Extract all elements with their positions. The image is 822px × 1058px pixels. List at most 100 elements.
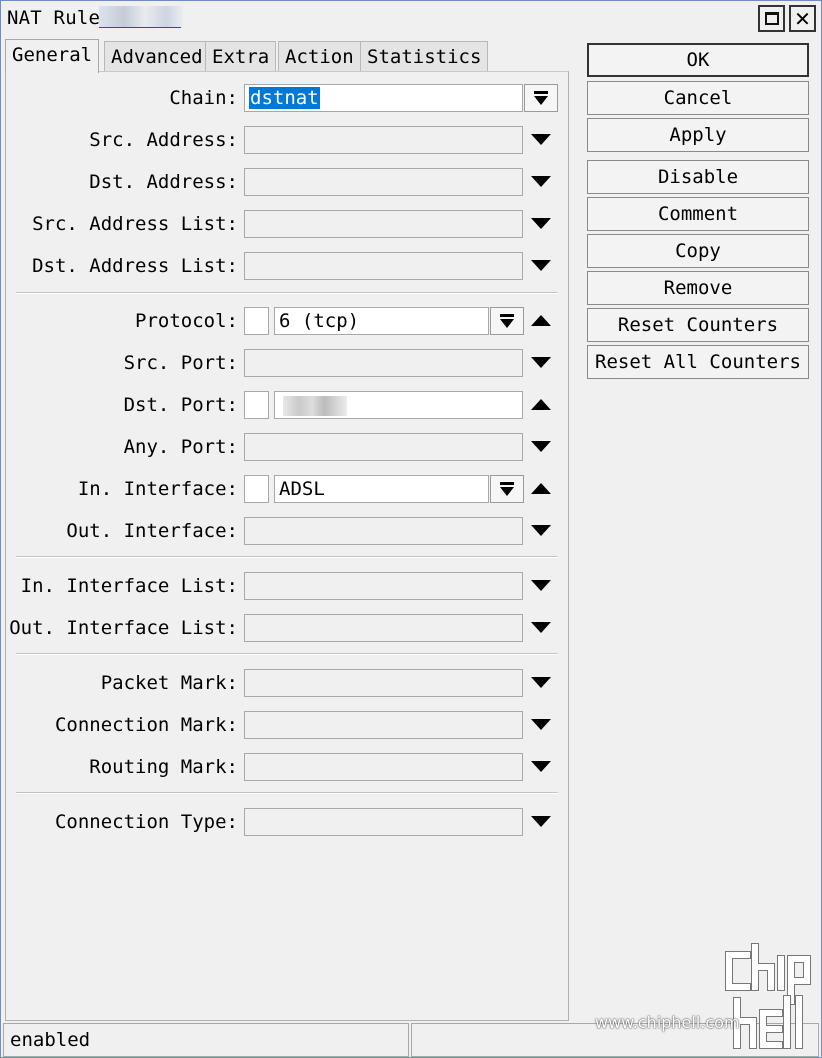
section-divider [16, 292, 558, 294]
protocol-row: Protocol: 6 (tcp) [6, 307, 568, 337]
protocol-label: Protocol: [135, 310, 238, 332]
tab-advanced[interactable]: Advanced [104, 41, 210, 72]
src-address-list-field[interactable] [244, 210, 523, 238]
expand-down-icon[interactable] [531, 260, 551, 271]
any-port-field[interactable] [244, 433, 523, 461]
expand-down-icon[interactable] [531, 357, 551, 368]
window-title: NAT Rule [7, 7, 101, 29]
section-divider [16, 653, 558, 655]
connection-mark-label: Connection Mark: [54, 714, 238, 736]
expand-down-icon[interactable] [531, 218, 551, 229]
routing-mark-field[interactable] [244, 753, 523, 781]
chain-label: Chain: [169, 87, 238, 109]
packet-mark-row: Packet Mark: [6, 669, 568, 699]
in-interface-list-row: In. Interface List: [6, 572, 568, 602]
dst-address-list-field[interactable] [244, 252, 523, 280]
chain-dropdown-button[interactable] [524, 84, 558, 112]
remove-button[interactable]: Remove [587, 271, 809, 305]
dst-port-negate-checkbox[interactable] [244, 391, 269, 419]
apply-button[interactable]: Apply [587, 118, 809, 152]
collapse-up-icon[interactable] [531, 315, 551, 326]
out-interface-label: Out. Interface: [66, 520, 238, 542]
src-port-label: Src. Port: [123, 352, 238, 374]
tab-extra[interactable]: Extra [205, 41, 277, 72]
protocol-negate-checkbox[interactable] [244, 307, 269, 335]
any-port-label: Any. Port: [123, 436, 238, 458]
copy-button[interactable]: Copy [587, 234, 809, 268]
expand-down-icon[interactable] [531, 719, 551, 730]
collapse-up-icon[interactable] [531, 483, 551, 494]
section-divider [16, 792, 558, 794]
in-interface-row: In. Interface: ADSL [6, 475, 568, 505]
dst-address-label: Dst. Address: [89, 171, 238, 193]
close-icon: ✕ [794, 6, 811, 31]
expand-down-icon[interactable] [531, 580, 551, 591]
reset-all-counters-button[interactable]: Reset All Counters [587, 345, 809, 379]
in-interface-negate-checkbox[interactable] [244, 475, 269, 503]
expand-down-icon[interactable] [531, 622, 551, 633]
expand-down-icon[interactable] [531, 134, 551, 145]
expand-down-icon[interactable] [531, 441, 551, 452]
src-port-row: Src. Port: [6, 349, 568, 379]
connection-mark-field[interactable] [244, 711, 523, 739]
connection-type-row: Connection Type: [6, 808, 568, 838]
connection-type-field[interactable] [244, 808, 523, 836]
src-address-label: Src. Address: [89, 129, 238, 151]
connection-type-label: Connection Type: [54, 811, 238, 833]
status-state: enabled [3, 1023, 409, 1057]
dropdown-icon [534, 90, 548, 106]
routing-mark-row: Routing Mark: [6, 753, 568, 783]
out-interface-field[interactable] [244, 517, 523, 545]
in-interface-label: In. Interface: [77, 478, 238, 500]
out-interface-row: Out. Interface: [6, 517, 568, 547]
expand-down-icon[interactable] [531, 677, 551, 688]
in-interface-dropdown-button[interactable] [490, 475, 524, 503]
maximize-button[interactable] [758, 5, 785, 32]
tab-statistics[interactable]: Statistics [360, 41, 489, 72]
title-bar[interactable]: NAT Rule ✕ [1, 1, 821, 34]
redacted-port-value [283, 396, 347, 416]
src-address-list-label: Src. Address List: [32, 213, 238, 235]
in-interface-field[interactable]: ADSL [274, 475, 489, 503]
chain-value: dstnat [249, 87, 320, 109]
dst-address-row: Dst. Address: [6, 168, 568, 198]
src-address-list-row: Src. Address List: [6, 210, 568, 240]
nat-rule-window: NAT Rule ✕ General Advanced Extra Action… [0, 0, 822, 1058]
close-button[interactable]: ✕ [789, 5, 816, 32]
src-port-field[interactable] [244, 349, 523, 377]
reset-counters-button[interactable]: Reset Counters [587, 308, 809, 342]
dropdown-icon [500, 481, 514, 497]
maximize-icon [764, 12, 779, 25]
dropdown-icon [500, 313, 514, 329]
connection-mark-row: Connection Mark: [6, 711, 568, 741]
chiphell-logo [725, 943, 811, 1049]
packet-mark-field[interactable] [244, 669, 523, 697]
comment-button[interactable]: Comment [587, 197, 809, 231]
disable-button[interactable]: Disable [587, 160, 809, 194]
tab-action[interactable]: Action [278, 41, 361, 72]
expand-down-icon[interactable] [531, 816, 551, 827]
chain-field[interactable]: dstnat [244, 84, 523, 112]
packet-mark-label: Packet Mark: [100, 672, 238, 694]
in-interface-list-field[interactable] [244, 572, 523, 600]
tab-general[interactable]: General [5, 39, 100, 73]
redacted-title-suffix [99, 6, 183, 28]
expand-down-icon[interactable] [531, 761, 551, 772]
dst-port-label: Dst. Port: [123, 394, 238, 416]
protocol-field[interactable]: 6 (tcp) [274, 307, 489, 335]
watermark-text: www.chiphell.com [595, 1013, 740, 1032]
expand-down-icon[interactable] [531, 525, 551, 536]
out-interface-list-label: Out. Interface List: [9, 617, 238, 639]
in-interface-list-label: In. Interface List: [20, 575, 238, 597]
section-divider [16, 556, 558, 558]
cancel-button[interactable]: Cancel [587, 81, 809, 115]
general-panel: Chain: dstnat Src. Address: Dst. Address… [5, 71, 569, 1021]
dst-port-field[interactable] [274, 391, 523, 419]
out-interface-list-field[interactable] [244, 614, 523, 642]
src-address-field[interactable] [244, 126, 523, 154]
protocol-dropdown-button[interactable] [490, 307, 524, 335]
expand-down-icon[interactable] [531, 176, 551, 187]
dst-address-field[interactable] [244, 168, 523, 196]
ok-button[interactable]: OK [587, 43, 809, 77]
collapse-up-icon[interactable] [531, 399, 551, 410]
